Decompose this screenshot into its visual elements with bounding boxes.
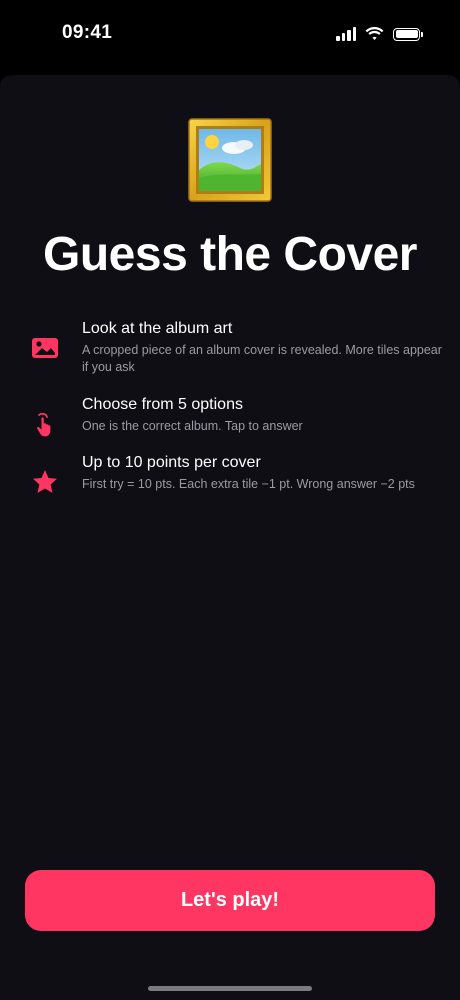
- page-title: Guess the Cover: [43, 228, 417, 281]
- cellular-signal-icon: [336, 27, 356, 41]
- status-time: 09:41: [62, 22, 113, 43]
- star-icon: [33, 470, 57, 493]
- feature-description: One is the correct album. Tap to answer: [82, 419, 303, 433]
- feature-description: First try = 10 pts. Each extra tile −1 p…: [82, 477, 415, 491]
- feature-item-look: Look at the album art A cropped piece of…: [24, 319, 444, 377]
- tap-hand-icon: [37, 412, 51, 437]
- wifi-icon: [365, 27, 384, 40]
- status-bar: 09:41: [0, 0, 460, 70]
- feature-title: Up to 10 points per cover: [82, 454, 261, 471]
- status-icons: [336, 24, 423, 44]
- onboarding-sheet: Guess the Cover Look at the album art A …: [0, 75, 460, 1000]
- feature-description: A cropped piece of an album cover is rev…: [82, 343, 442, 374]
- feature-list: Look at the album art A cropped piece of…: [24, 319, 444, 511]
- framed-picture-icon: [188, 118, 272, 202]
- feature-title: Choose from 5 options: [82, 396, 243, 413]
- feature-item-points: Up to 10 points per cover First try = 10…: [24, 453, 444, 493]
- battery-icon: [393, 27, 423, 41]
- image-icon: [32, 338, 58, 358]
- lets-play-button[interactable]: Let's play!: [25, 870, 435, 931]
- feature-title: Look at the album art: [82, 320, 233, 337]
- feature-item-choose: Choose from 5 options One is the correct…: [24, 395, 444, 437]
- screen: 09:41 Guess the Cover Look at the album …: [0, 0, 460, 1000]
- home-indicator[interactable]: [148, 986, 312, 991]
